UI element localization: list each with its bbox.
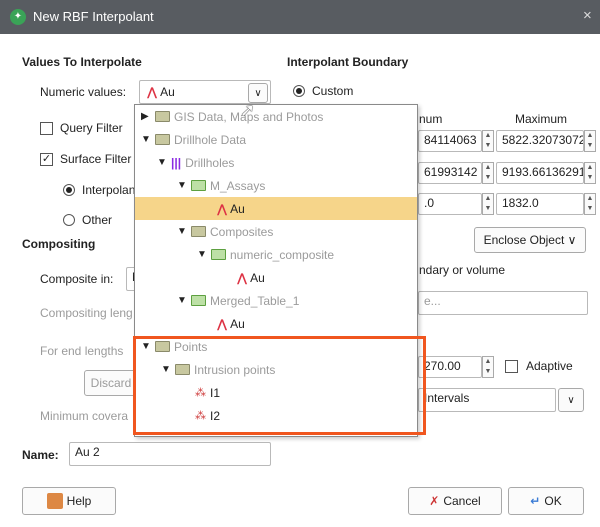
max-x-field[interactable]: 5822.32073072 (496, 130, 584, 152)
max-x-spinner[interactable]: ▲ ▼ (584, 130, 596, 152)
app-icon: ✦ (10, 9, 26, 25)
cancel-button[interactable]: ✗ Cancel (408, 487, 502, 515)
collapse-icon[interactable]: ▼ (141, 134, 153, 145)
cancel-label: Cancel (443, 494, 481, 508)
interpolant-radio[interactable] (63, 184, 75, 196)
folder-icon (155, 111, 170, 122)
drillholes-icon: ||| (171, 155, 182, 170)
tree-item-numeric-composite[interactable]: ▼ numeric_composite (135, 243, 417, 266)
max-y-field[interactable]: 9193.66136291 (496, 162, 584, 184)
compositing-value-field[interactable]: 270.00 (418, 356, 482, 378)
ok-label: OK (544, 494, 562, 508)
tree-item-au-selected[interactable]: ⋀ Au (135, 197, 417, 220)
min-coverage-label: Minimum covera (40, 409, 129, 423)
help-button[interactable]: Help (22, 487, 116, 515)
composite-icon (211, 249, 226, 260)
au-icon: ⋀ (217, 201, 227, 216)
collapse-icon[interactable]: ▼ (177, 226, 189, 237)
other-radio[interactable] (63, 214, 75, 226)
highlight-callout (133, 336, 426, 435)
intervals-chevron-icon[interactable]: ∨ (558, 388, 584, 412)
values-heading: Values To Interpolate (22, 55, 142, 69)
folder-icon (191, 226, 206, 237)
min-y-field[interactable]: 61993142 (418, 162, 482, 184)
tree-item-drillholes[interactable]: ▼ ||| Drillholes (135, 151, 417, 174)
name-field[interactable]: Au 2 (69, 442, 271, 466)
boundary-volume-field[interactable]: e... (418, 291, 588, 315)
merged-table-icon (191, 295, 206, 306)
expand-icon[interactable]: ▶ (141, 111, 153, 122)
tree-item-composites[interactable]: ▼ Composites (135, 220, 417, 243)
cancel-icon: ✗ (429, 494, 440, 508)
surface-filter-label: Surface Filter (60, 152, 132, 166)
maximum-header: Maximum (515, 112, 568, 126)
adaptive-label: Adaptive (526, 359, 573, 373)
tree-item-gis[interactable]: ▶ GIS Data, Maps and Photos (135, 105, 417, 128)
tree-item-merged-table[interactable]: ▼ Merged_Table_1 (135, 289, 417, 312)
adaptive-checkbox[interactable] (505, 360, 518, 373)
compositing-value-spinner[interactable]: ▲ ▼ (482, 356, 494, 378)
interpolant-label: Interpolan (82, 183, 136, 197)
boundary-heading: Interpolant Boundary (287, 55, 409, 69)
collapse-icon[interactable]: ▼ (177, 180, 189, 191)
au-icon: ⋀ (237, 270, 247, 285)
au-icon: ⋀ (217, 316, 227, 331)
tree-item-m-assays[interactable]: ▼ M_Assays (135, 174, 417, 197)
boundary-volume-label: ndary or volume (419, 263, 506, 277)
max-z-spinner[interactable]: ▲ ▼ (584, 193, 596, 215)
ok-icon: ↵ (530, 494, 541, 508)
max-z-field[interactable]: 1832.0 (496, 193, 584, 215)
enclose-object-button[interactable]: Enclose Object ∨ (474, 227, 586, 253)
help-icon (46, 493, 63, 509)
ok-button[interactable]: ↵ OK (508, 487, 584, 515)
other-label: Other (82, 213, 113, 227)
folder-icon (155, 134, 170, 145)
compositing-length-label: Compositing leng (40, 306, 133, 320)
tree-item-drillhole-data[interactable]: ▼ Drillhole Data (135, 128, 417, 151)
composite-in-label: Composite in: (40, 272, 114, 286)
collapse-icon[interactable]: ▼ (177, 295, 189, 306)
min-z-field[interactable]: .0 (418, 193, 482, 215)
tree-item-au-composite[interactable]: ⋀ Au (135, 266, 417, 289)
numeric-values-label: Numeric values: (40, 85, 127, 99)
table-icon (191, 180, 206, 191)
end-lengths-label: For end lengths (40, 344, 124, 358)
help-label: Help (66, 494, 92, 508)
au-icon: ⋀ (147, 85, 157, 99)
close-icon[interactable]: × (583, 7, 592, 24)
min-x-spinner[interactable]: ▲ ▼ (482, 130, 494, 152)
mouse-cursor-icon: ➚ (240, 100, 256, 120)
name-label: Name: (22, 448, 59, 462)
max-y-spinner[interactable]: ▲ ▼ (584, 162, 596, 184)
custom-radio[interactable] (293, 85, 305, 97)
window-title: New RBF Interpolant (33, 9, 154, 24)
minimum-header: num (419, 112, 443, 126)
query-filter-checkbox[interactable] (40, 122, 53, 135)
min-z-spinner[interactable]: ▲ ▼ (482, 193, 494, 215)
query-filter-label: Query Filter (60, 121, 123, 135)
collapse-icon[interactable]: ▼ (157, 157, 169, 168)
tree-item-au-merged[interactable]: ⋀ Au (135, 312, 417, 335)
intervals-select[interactable]: Intervals (418, 388, 556, 412)
collapse-icon[interactable]: ▼ (197, 249, 209, 260)
custom-label: Custom (312, 84, 354, 98)
discard-button[interactable]: Discard (84, 370, 138, 396)
compositing-heading: Compositing (22, 237, 96, 251)
surface-filter-checkbox[interactable]: ✓ (40, 153, 53, 166)
numeric-values-value: Au (160, 85, 175, 99)
min-y-spinner[interactable]: ▲ ▼ (482, 162, 494, 184)
min-x-field[interactable]: 84114063 (418, 130, 482, 152)
